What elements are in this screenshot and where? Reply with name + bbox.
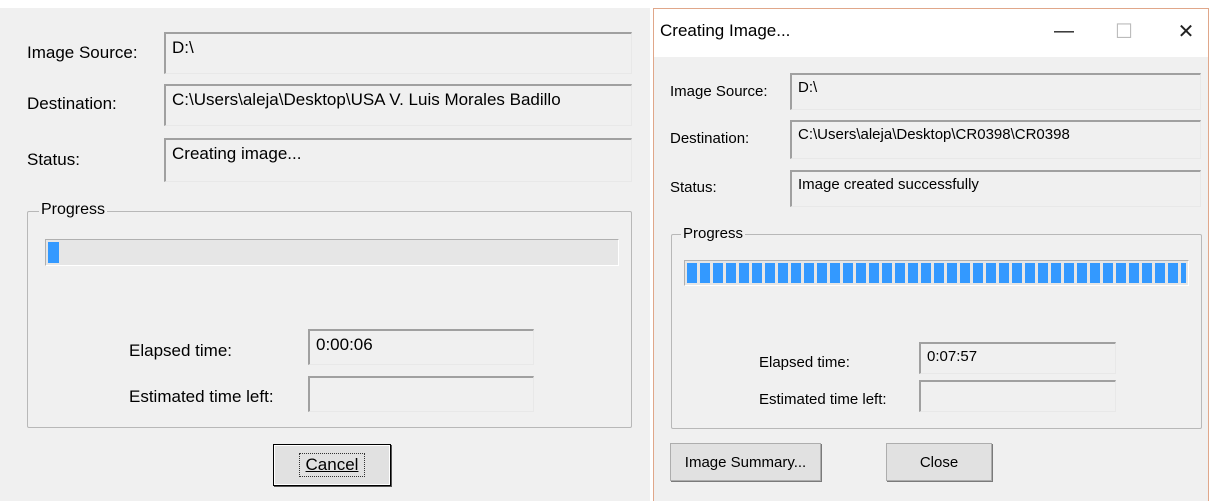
status-field: Creating image... xyxy=(164,138,632,182)
maximize-icon[interactable]: ☐ xyxy=(1104,13,1144,49)
estimated-time-left-label: Estimated time left: xyxy=(129,387,274,406)
image-source-field: D:\ xyxy=(790,73,1201,110)
window-title: Creating Image... xyxy=(660,21,791,40)
progress-bar-fill xyxy=(687,263,1186,283)
image-source-field: D:\ xyxy=(164,32,632,74)
progress-bar xyxy=(684,260,1189,286)
image-source-label: Image Source: xyxy=(27,43,138,62)
estimated-time-left-label: Estimated time left: xyxy=(759,391,887,408)
status-field: Image created successfully xyxy=(790,170,1201,207)
estimated-time-left-field xyxy=(308,376,534,412)
progress-legend: Progress xyxy=(681,225,746,242)
elapsed-time-field: 0:07:57 xyxy=(919,342,1116,374)
elapsed-time-field: 0:00:06 xyxy=(308,329,534,365)
destination-label: Destination: xyxy=(670,130,750,147)
cancel-button-label: Cancel xyxy=(298,453,366,477)
elapsed-time-label: Elapsed time: xyxy=(129,341,232,360)
close-button[interactable]: Close xyxy=(886,443,992,481)
progress-bar xyxy=(45,239,619,266)
close-icon[interactable]: ✕ xyxy=(1166,13,1206,49)
progress-group: Progress Elapsed time: 0:07:57 Estimated… xyxy=(671,225,1202,429)
image-source-label: Image Source: xyxy=(670,83,768,100)
destination-label: Destination: xyxy=(27,94,117,113)
title-bar[interactable]: Creating Image... — ☐ ✕ xyxy=(654,9,1208,57)
status-label: Status: xyxy=(670,179,717,196)
status-label: Status: xyxy=(27,150,80,169)
minimize-icon[interactable]: — xyxy=(1044,13,1084,49)
progress-group: Progress Elapsed time: 0:00:06 Estimated… xyxy=(27,201,632,428)
destination-field: C:\Users\aleja\Desktop\CR0398\CR0398 xyxy=(790,120,1201,159)
elapsed-time-label: Elapsed time: xyxy=(759,354,850,371)
creating-image-window: Creating Image... — ☐ ✕ Image Source: D:… xyxy=(653,8,1209,501)
imaging-dialog-in-progress: Image Source: D:\ Destination: C:\Users\… xyxy=(0,8,650,501)
progress-legend: Progress xyxy=(39,201,108,219)
image-summary-button[interactable]: Image Summary... xyxy=(670,443,821,481)
destination-field: C:\Users\aleja\Desktop\USA V. Luis Moral… xyxy=(164,84,632,126)
progress-bar-fill xyxy=(48,242,59,263)
estimated-time-left-field xyxy=(919,380,1116,412)
cancel-button[interactable]: Cancel xyxy=(273,444,391,486)
